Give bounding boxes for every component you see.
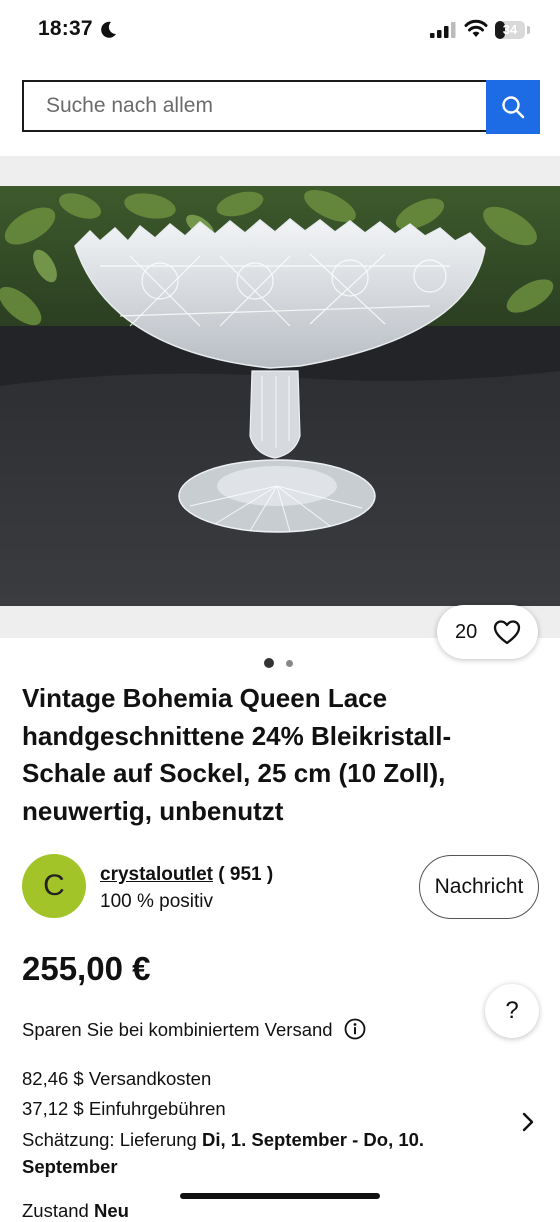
- seller-avatar[interactable]: C: [22, 854, 86, 918]
- delivery-estimate: Schätzung: Lieferung Di, 1. September - …: [22, 1126, 482, 1180]
- battery-cap: [527, 26, 530, 34]
- product-title: Vintage Bohemia Queen Lace handgeschnitt…: [22, 683, 452, 826]
- chevron-right-icon[interactable]: [520, 1110, 536, 1134]
- pagination-dot-active[interactable]: [264, 658, 274, 668]
- home-indicator[interactable]: [180, 1193, 380, 1199]
- heart-icon: [493, 620, 521, 645]
- battery-icon: 34: [495, 21, 525, 39]
- combined-shipping: Sparen Sie bei kombiniertem Versand: [22, 1018, 366, 1041]
- price: 255,00 €: [22, 950, 151, 987]
- search-icon: [502, 96, 525, 119]
- status-bar: 18:37 34: [0, 0, 560, 60]
- condition-label: Zustand: [22, 1200, 94, 1221]
- message-button[interactable]: Nachricht: [419, 855, 539, 919]
- import-fees: 37,12 $ Einfuhrgebühren: [22, 1098, 226, 1119]
- signal-icon: [430, 22, 456, 38]
- info-icon[interactable]: [344, 1018, 366, 1040]
- search-bar: [22, 80, 486, 132]
- condition-value: Neu: [94, 1200, 129, 1221]
- seller-rating: ( 951 ): [218, 864, 274, 885]
- shipping-cost: 82,46 $ Versandkosten: [22, 1068, 212, 1089]
- watch-count: 20: [455, 621, 478, 643]
- pagination-dot[interactable]: [286, 660, 293, 667]
- gallery-top-band: [0, 156, 560, 186]
- battery-level: 34: [502, 22, 518, 37]
- status-time: 18:37: [38, 17, 93, 40]
- help-button[interactable]: ?: [485, 984, 539, 1038]
- seller-name-row[interactable]: crystaloutlet ( 951 ): [100, 864, 273, 886]
- watch-button[interactable]: 20: [437, 605, 538, 659]
- seller-name[interactable]: crystaloutlet: [100, 864, 213, 885]
- combined-shipping-text: Sparen Sie bei kombiniertem Versand: [22, 1019, 333, 1040]
- search-button[interactable]: [486, 80, 540, 134]
- wifi-icon: [464, 19, 488, 37]
- search-input[interactable]: [46, 82, 476, 130]
- delivery-label: Schätzung: Lieferung: [22, 1129, 202, 1150]
- seller-feedback: 100 % positiv: [100, 891, 214, 912]
- condition: Zustand Neu: [22, 1200, 129, 1222]
- product-image[interactable]: [0, 186, 560, 606]
- moon-icon: [101, 21, 116, 38]
